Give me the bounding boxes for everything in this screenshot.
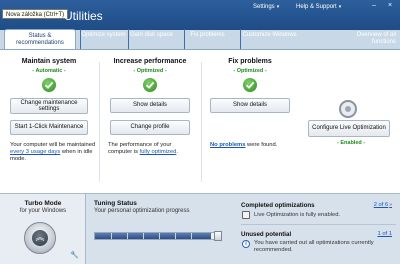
start-1-click-maintenance-button[interactable]: Start 1-Click Maintenance (10, 120, 88, 135)
maintain-section: Maintain system - Automatic - Change mai… (0, 50, 98, 194)
tuning-status-panel: Tuning Status Your personal optimization… (92, 194, 232, 264)
unused-count-link[interactable]: 1 of 1 (377, 231, 392, 237)
close-button[interactable]: × (384, 1, 396, 10)
settings-label: Settings (253, 4, 275, 10)
tuning-status-subtitle: Your personal optimization progress (94, 208, 190, 214)
performance-description: The performance of your computer is full… (108, 142, 196, 156)
chevron-down-icon: ▾ (338, 4, 342, 10)
maintain-title: Maintain system (21, 58, 77, 65)
live-optimization-gauge-icon (339, 100, 357, 118)
main-tabs: Status & recommendations Optimize system… (0, 29, 400, 49)
section-divider (241, 224, 396, 225)
bottom-bar: Turbo Mode for your Windows ︽ 🔧 Tuning S… (0, 193, 400, 264)
no-problems-link[interactable]: No problems (210, 142, 245, 148)
performance-status: - Optimized - (133, 68, 167, 74)
fix-problems-title: Fix problems (228, 58, 272, 65)
progress-segment (111, 233, 112, 239)
title-bar: Nova záložka (Ctrl+T) Utilities Settings… (0, 0, 400, 30)
completed-optimizations-title: Completed optimizations (241, 202, 315, 209)
live-optimization-status: - Enabled - (337, 140, 366, 146)
help-menu[interactable]: Help & Support ▾ (296, 3, 341, 11)
new-tab-tooltip: Nova záložka (Ctrl+T) (2, 9, 69, 19)
chevron-down-icon: ▾ (276, 4, 280, 10)
chevron-up-icon: ︽ (32, 230, 48, 246)
maintain-description: Your computer will be maintained every 3… (10, 142, 96, 163)
fix-problems-section: Fix problems - Optimized - Show details … (202, 50, 298, 194)
live-optimization-icon (242, 211, 250, 219)
performance-desc-tail: . (176, 149, 178, 155)
show-details-fix-button[interactable]: Show details (210, 98, 290, 113)
progress-end-knob (214, 231, 222, 241)
fix-problems-status: - Optimized - (233, 68, 267, 74)
tab-status[interactable]: Status & recommendations (4, 29, 76, 49)
checkmark-icon (143, 78, 157, 92)
unused-text: You have carried out all optimizations c… (254, 240, 374, 253)
app-title: Utilities (64, 9, 103, 23)
unused-potential-title: Unused potential (241, 231, 292, 238)
fix-desc-tail: were found. (245, 142, 278, 148)
tab-customize[interactable]: Customize Windows (240, 29, 298, 49)
turbo-mode-subtitle: for your Windows (19, 208, 67, 214)
maintain-status: - Automatic - (32, 68, 66, 74)
tab-fix-problems[interactable]: Fix problems (184, 29, 230, 49)
main-panel: Maintain system - Automatic - Change mai… (0, 49, 400, 193)
completed-text: Live Optimization is fully enabled. (254, 212, 341, 218)
completed-count: 2 of 6 (373, 202, 389, 208)
help-label: Help & Support (296, 4, 337, 10)
minimize-button[interactable]: – (368, 1, 380, 10)
performance-title: Increase performance (113, 58, 187, 65)
tuning-status-title: Tuning Status (94, 200, 137, 207)
progress-segment (175, 233, 176, 239)
tuning-progress-bar (94, 232, 222, 240)
tuning-progress-fill (95, 233, 211, 239)
turbo-mode-panel: Turbo Mode for your Windows ︽ 🔧 (0, 194, 86, 264)
progress-segment (159, 233, 160, 239)
progress-segment (127, 233, 128, 239)
maintain-desc-text: Your computer will be maintained (10, 142, 96, 148)
fully-optimized-link[interactable]: fully optimized (140, 149, 177, 155)
progress-segment (191, 233, 192, 239)
tab-disk-space[interactable]: Gain disk space (128, 29, 174, 49)
optimizations-panel: Completed optimizations 2 of 6» Live Opt… (238, 194, 400, 264)
checkmark-icon (42, 78, 56, 92)
wrench-icon[interactable]: 🔧 (70, 251, 79, 260)
info-icon: i (242, 240, 250, 248)
change-maintenance-settings-button[interactable]: Change maintenance settings (10, 98, 88, 114)
turbo-mode-title: Turbo Mode (24, 200, 62, 207)
usage-days-link[interactable]: every 3 usage days (10, 149, 60, 155)
progress-segment (143, 233, 144, 239)
turbo-mode-button[interactable]: ︽ (24, 222, 56, 254)
change-profile-button[interactable]: Change profile (110, 120, 190, 135)
configure-live-optimization-button[interactable]: Configure Live Optimization (308, 120, 390, 137)
overview-link[interactable]: Overview of all functions (352, 32, 396, 46)
chevron-right-icon: » (389, 202, 392, 208)
unused-count: 1 of 1 (377, 231, 392, 237)
performance-section: Increase performance - Optimized - Show … (100, 50, 200, 194)
tab-optimize[interactable]: Optimize system (80, 29, 126, 49)
show-details-performance-button[interactable]: Show details (110, 98, 190, 113)
checkmark-icon (243, 78, 257, 92)
settings-menu[interactable]: Settings ▾ (253, 3, 279, 11)
fix-problems-description: No problems were found. (210, 142, 296, 149)
completed-count-link[interactable]: 2 of 6» (374, 202, 392, 208)
